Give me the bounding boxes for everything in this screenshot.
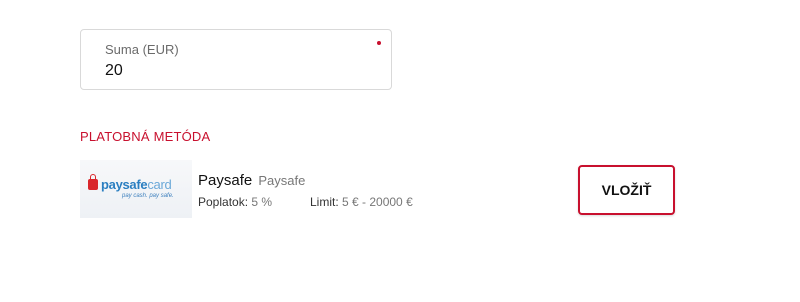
logo-wordmark: paysafecard [101,177,172,192]
limit-label: Limit: [310,195,339,209]
fee-value: 5 % [251,195,273,209]
logo-wordmark-light: card [147,177,172,192]
limit-value: 5 € - 20000 € [342,195,413,209]
paysafecard-logo: paysafecard pay cash. pay safe. [80,160,192,218]
amount-input[interactable] [105,62,345,80]
fee-info: Poplatok: 5 % [198,195,272,209]
lock-icon [88,174,98,190]
method-name: Paysafe [198,172,253,189]
required-indicator [377,41,381,45]
amount-field[interactable]: Suma (EUR) [80,29,392,90]
logo-tagline: pay cash. pay safe. [122,193,174,199]
fee-label: Poplatok: [198,195,249,209]
method-provider: Paysafe [258,173,306,188]
amount-label: Suma (EUR) [105,42,179,57]
limit-info: Limit: 5 € - 20000 € [310,195,413,209]
deposit-button[interactable]: VLOŽIŤ [578,165,675,215]
payment-method-title: PLATOBNÁ METÓDA [80,129,211,144]
logo-wordmark-bold: paysafe [101,177,148,192]
method-title: Paysafe Paysafe [198,172,305,189]
